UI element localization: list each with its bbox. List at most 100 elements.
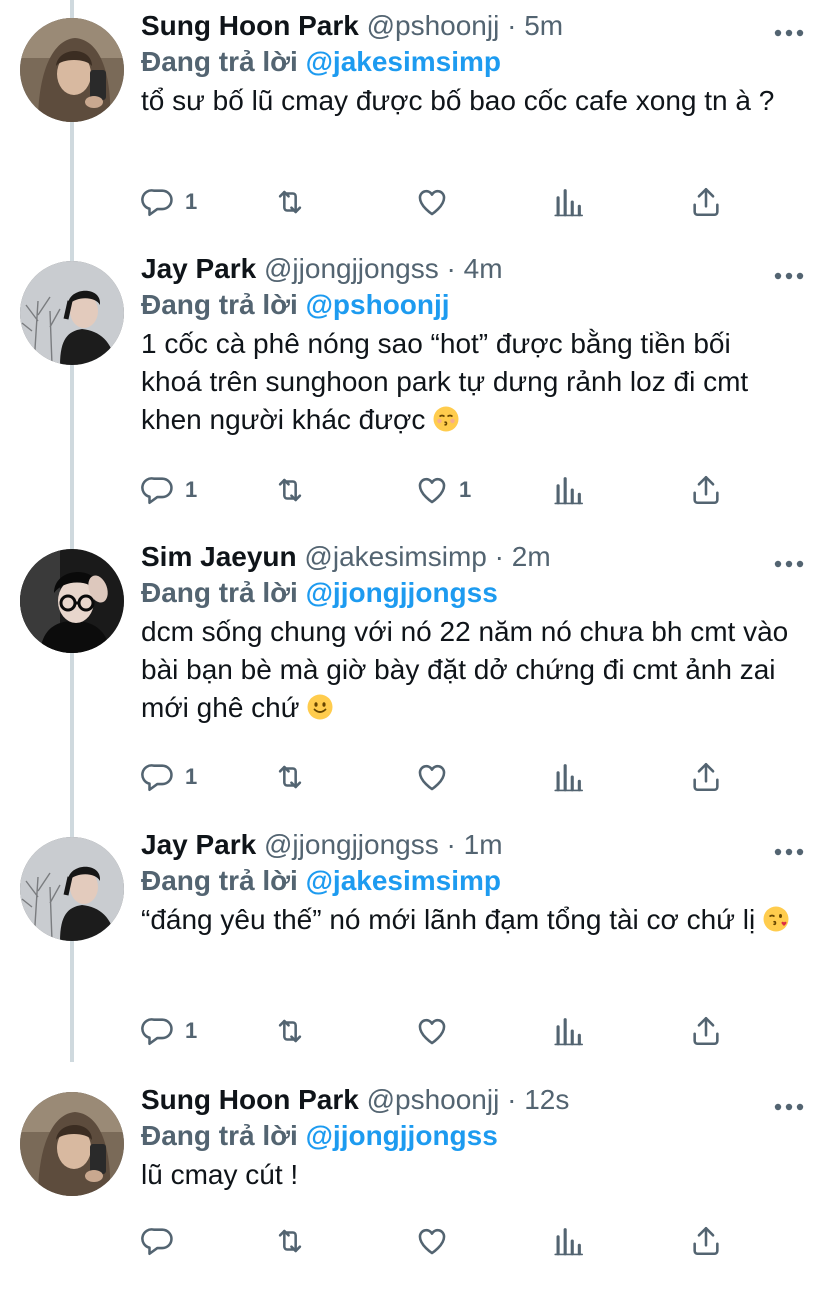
tweet-actions: 1	[141, 182, 741, 222]
replying-to: Đang trả lời @jjongjjongss	[141, 575, 808, 611]
analytics-button[interactable]	[551, 757, 585, 797]
tweet-card[interactable]: Jay Park @jjongjjongss · 4m Đang trả lời …	[0, 251, 828, 505]
profile-photo-hood	[20, 1092, 124, 1196]
reply-button[interactable]: 1	[141, 182, 197, 222]
timestamp[interactable]: 5m	[524, 10, 563, 41]
share-button[interactable]	[689, 757, 723, 797]
more-options-icon[interactable]	[774, 267, 804, 280]
more-options-icon[interactable]	[774, 1098, 804, 1111]
tweet-text-body: lũ cmay cút !	[141, 1159, 299, 1190]
mention-link[interactable]: @jakesimsimp	[306, 865, 501, 896]
analytics-icon	[551, 185, 585, 219]
separator-dot: ·	[494, 541, 504, 572]
tweet-card[interactable]: Sung Hoon Park @pshoonjj · 5m Đang trả lờ…	[0, 8, 828, 238]
retweet-button[interactable]	[273, 470, 317, 510]
reply-button[interactable]: 1	[141, 470, 197, 510]
author-handle[interactable]: @jakesimsimp	[304, 541, 486, 572]
analytics-icon	[551, 473, 585, 507]
timestamp[interactable]: 4m	[464, 253, 503, 284]
tweet-actions: 11	[141, 470, 741, 510]
profile-photo-hood	[20, 18, 124, 122]
reply-count: 1	[185, 1018, 198, 1043]
analytics-button[interactable]	[551, 182, 585, 222]
author-name[interactable]: Sung Hoon Park	[141, 10, 359, 41]
tweet-text: dcm sống chung với nó 22 năm nó chưa bh …	[141, 613, 808, 727]
author-handle[interactable]: @jjongjjongss	[264, 253, 439, 284]
author-handle[interactable]: @jjongjjongss	[264, 829, 439, 860]
reply-icon	[141, 1224, 175, 1258]
more-options-icon[interactable]	[774, 843, 804, 856]
reply-button[interactable]: 1	[141, 757, 197, 797]
tweet-actions: 1	[141, 1011, 741, 1051]
reply-button[interactable]: 1	[141, 1011, 197, 1051]
share-button[interactable]	[689, 182, 723, 222]
tweet-content: Sung Hoon Park @pshoonjj · 5m Đang trả lờ…	[141, 8, 808, 217]
author-name[interactable]: Jay Park	[141, 253, 256, 284]
retweet-button[interactable]	[273, 182, 317, 222]
timestamp[interactable]: 1m	[464, 829, 503, 860]
share-button[interactable]	[689, 1221, 723, 1261]
tweet-text: lũ cmay cút !	[141, 1156, 808, 1194]
share-button[interactable]	[689, 470, 723, 510]
tweet-text-body: tổ sư bố lũ cmay được bố bao cốc cafe xo…	[141, 85, 775, 116]
analytics-button[interactable]	[551, 1011, 585, 1051]
like-button[interactable]	[415, 1221, 459, 1261]
tweet-text: tổ sư bố lũ cmay được bố bao cốc cafe xo…	[141, 82, 808, 120]
tweet-card[interactable]: Sim Jaeyun @jakesimsimp · 2m Đang trả lời…	[0, 539, 828, 792]
retweet-icon	[273, 760, 307, 794]
heart-icon	[415, 473, 449, 507]
avatar[interactable]	[20, 549, 124, 653]
author-name[interactable]: Jay Park	[141, 829, 256, 860]
reply-icon	[141, 760, 175, 794]
reply-thread: Sung Hoon Park @pshoonjj · 5m Đang trả lờ…	[0, 0, 828, 1272]
tweet-text: “đáng yêu thế” nó mới lãnh đạm tổng tài …	[141, 901, 808, 939]
retweet-button[interactable]	[273, 1221, 317, 1261]
tweet-card[interactable]: Jay Park @jjongjjongss · 1m Đang trả lời …	[0, 827, 828, 1057]
tweet-text: 1 cốc cà phê nóng sao “hot” được bằng ti…	[141, 325, 808, 439]
tweet-card[interactable]: Sung Hoon Park @pshoonjj · 12s Đang trả l…	[0, 1082, 828, 1312]
like-button[interactable]	[415, 182, 459, 222]
like-button[interactable]	[415, 1011, 459, 1051]
tweet-header: Sung Hoon Park @pshoonjj · 12s	[141, 1082, 808, 1118]
author-handle[interactable]: @pshoonjj	[367, 1084, 500, 1115]
timestamp[interactable]: 12s	[524, 1084, 569, 1115]
like-count: 1	[459, 477, 472, 502]
mention-link[interactable]: @jakesimsimp	[306, 46, 501, 77]
reply-count: 1	[185, 477, 198, 502]
analytics-icon	[551, 1224, 585, 1258]
mention-link[interactable]: @jjongjjongss	[306, 577, 498, 608]
more-options-icon[interactable]	[774, 555, 804, 568]
avatar[interactable]	[20, 1092, 124, 1196]
share-button[interactable]	[689, 1011, 723, 1051]
tweet-header: Sung Hoon Park @pshoonjj · 5m	[141, 8, 808, 44]
retweet-icon	[273, 1224, 307, 1258]
avatar[interactable]	[20, 261, 124, 365]
retweet-button[interactable]	[273, 1011, 317, 1051]
reply-button[interactable]	[141, 1221, 185, 1261]
timestamp[interactable]: 2m	[512, 541, 551, 572]
author-name[interactable]: Sim Jaeyun	[141, 541, 297, 572]
tweet-header: Jay Park @jjongjjongss · 1m	[141, 827, 808, 863]
separator-dot: ·	[507, 10, 517, 41]
analytics-button[interactable]	[551, 470, 585, 510]
author-name[interactable]: Sung Hoon Park	[141, 1084, 359, 1115]
avatar[interactable]	[20, 837, 124, 941]
replying-to-label: Đang trả lời	[141, 865, 298, 896]
like-button[interactable]: 1	[415, 470, 471, 510]
like-button[interactable]	[415, 757, 459, 797]
mention-link[interactable]: @pshoonjj	[306, 289, 450, 320]
tweet-content: Jay Park @jjongjjongss · 1m Đang trả lời …	[141, 827, 808, 1046]
analytics-icon	[551, 760, 585, 794]
reply-count: 1	[185, 189, 198, 214]
more-options-icon[interactable]	[774, 24, 804, 37]
avatar[interactable]	[20, 18, 124, 122]
mention-link[interactable]: @jjongjjongss	[306, 1120, 498, 1151]
author-handle[interactable]: @pshoonjj	[367, 10, 500, 41]
replying-to-label: Đang trả lời	[141, 46, 298, 77]
share-icon	[689, 473, 723, 507]
profile-photo-trees	[20, 261, 124, 365]
tweet-content: Sung Hoon Park @pshoonjj · 12s Đang trả l…	[141, 1082, 808, 1256]
analytics-button[interactable]	[551, 1221, 585, 1261]
replying-to-label: Đang trả lời	[141, 577, 298, 608]
retweet-button[interactable]	[273, 757, 317, 797]
